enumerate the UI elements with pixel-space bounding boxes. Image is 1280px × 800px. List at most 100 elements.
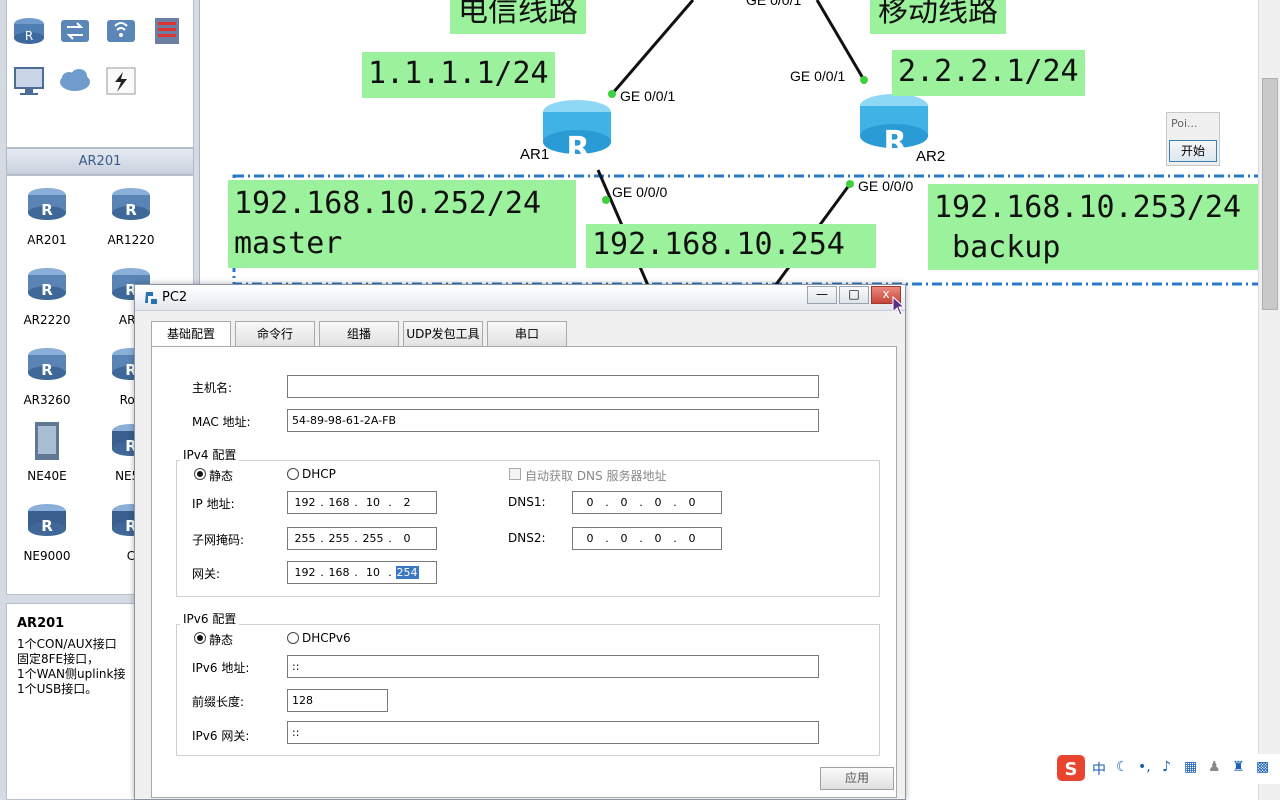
ipv6-static-radio[interactable]: [194, 632, 206, 644]
mask-octet: 255: [362, 532, 384, 545]
firewall-category-icon[interactable]: [149, 14, 185, 48]
mac-input[interactable]: 54-89-98-61-2A-FB: [287, 409, 819, 432]
dns2-octet: 0: [620, 532, 628, 545]
router-ar1-icon[interactable]: R: [543, 100, 611, 166]
ar1-name: AR1: [520, 146, 550, 163]
dns1-octet: 0: [620, 496, 628, 509]
device-item[interactable]: R AR3260: [7, 344, 87, 407]
device-label: NE40E: [27, 469, 67, 483]
ip-octet: 10: [366, 496, 380, 509]
dns1-label: DNS1:: [508, 495, 546, 509]
skin-icon[interactable]: ♜: [1232, 759, 1245, 775]
dns1-input[interactable]: 0.0.0.0: [572, 491, 722, 514]
tab-command-line[interactable]: 命令行: [235, 321, 315, 346]
gateway-label: 网关:: [192, 567, 221, 581]
gateway-octet: 168: [328, 566, 350, 579]
toolbox-icon[interactable]: ▩: [1256, 759, 1269, 775]
ipv6-address-input[interactable]: ::: [287, 655, 819, 678]
prefix-length-input[interactable]: 128: [287, 689, 388, 712]
router-category-icon[interactable]: R: [11, 14, 47, 48]
auto-dns-checkbox[interactable]: [509, 468, 521, 480]
svg-text:R: R: [41, 281, 53, 299]
connection-category-icon[interactable]: [103, 64, 139, 98]
ip-input[interactable]: 192. 168. 10. 2: [287, 491, 437, 514]
mask-input[interactable]: 255. 255. 255. 0: [287, 527, 437, 550]
canvas-scrollbar[interactable]: [1258, 0, 1280, 800]
prefix-length-label: 前缀长度:: [192, 695, 245, 709]
microphone-icon[interactable]: ♪: [1162, 759, 1171, 775]
svg-text:R: R: [41, 201, 53, 219]
ipv6-group-title: IPv6 配置: [180, 610, 240, 627]
ar2-role: backup: [934, 230, 1061, 265]
ip-octet: 192: [294, 496, 316, 509]
wireless-category-icon[interactable]: [103, 14, 139, 48]
punctuation-icon[interactable]: •,: [1138, 759, 1151, 775]
start-button[interactable]: 开始: [1169, 140, 1217, 162]
ar1-ip: 192.168.10.252/24: [234, 186, 542, 221]
svg-text:S: S: [1065, 759, 1078, 780]
tab-udp-tool[interactable]: UDP发包工具: [403, 321, 483, 346]
pc-app-icon: [145, 292, 157, 304]
pc-category-icon[interactable]: [11, 64, 47, 98]
ipv6-dhcp-label: DHCPv6: [302, 631, 351, 645]
scrollbar-thumb[interactable]: [1262, 78, 1278, 310]
tab-basic-config[interactable]: 基础配置: [151, 321, 231, 348]
maximize-button[interactable]: □: [839, 286, 869, 304]
tab-multicast[interactable]: 组播: [319, 321, 399, 346]
isp1-ip-label[interactable]: 1.1.1.1/24: [362, 52, 555, 98]
dialog-titlebar[interactable]: PC2 — □ x: [135, 285, 905, 311]
device-item[interactable]: R AR2220: [7, 264, 87, 327]
router-icon: R: [112, 188, 150, 220]
vip-note[interactable]: 192.168.10.254: [586, 224, 876, 268]
ar1-port-up: GE 0/0/1: [620, 88, 676, 104]
isp2-ip-label[interactable]: 2.2.2.1/24: [892, 50, 1085, 96]
ipv4-static-radio[interactable]: [194, 468, 206, 480]
ipv6-dhcp-radio[interactable]: [287, 632, 299, 644]
hostname-input[interactable]: [287, 375, 819, 398]
auto-dns-label: 自动获取 DNS 服务器地址: [525, 469, 667, 483]
apply-button[interactable]: 应用: [820, 767, 894, 790]
ipv6-address-label: IPv6 地址:: [192, 661, 250, 675]
ipv4-dhcp-radio[interactable]: [287, 468, 299, 480]
hostname-label: 主机名:: [192, 381, 233, 395]
device-item[interactable]: R AR1220: [91, 184, 171, 247]
ipv6-static-label: 静态: [209, 633, 234, 647]
device-item[interactable]: R AR201: [7, 184, 87, 247]
minimize-button[interactable]: —: [807, 286, 837, 304]
user-icon[interactable]: ♟: [1208, 759, 1221, 775]
ime-toolbar: S 中 ☾ •, ♪ ▦ ♟ ♜ ▩: [1054, 754, 1280, 784]
moon-icon[interactable]: ☾: [1116, 759, 1129, 775]
svg-text:R: R: [25, 29, 33, 43]
dns2-octet: 0: [654, 532, 662, 545]
ar2-ip-note[interactable]: 192.168.10.253/24 backup: [928, 184, 1258, 270]
cloud-category-icon[interactable]: [57, 64, 93, 98]
svg-text:R: R: [125, 201, 137, 219]
ar1-ip-note[interactable]: 192.168.10.252/24 master: [228, 180, 576, 268]
gateway-input[interactable]: 192. 168. 10. 254: [287, 561, 437, 584]
mask-octet: 255: [328, 532, 350, 545]
dns1-octet: 0: [586, 496, 594, 509]
router-icon: R: [28, 188, 66, 220]
dns2-input[interactable]: 0.0.0.0: [572, 527, 722, 550]
device-item[interactable]: NE40E: [7, 420, 87, 483]
keyboard-icon[interactable]: ▦: [1184, 759, 1197, 775]
pc2-config-dialog: PC2 — □ x 基础配置 命令行 组播 UDP发包工具 串口 主机名: MA…: [134, 284, 906, 800]
switch-category-icon[interactable]: [57, 14, 93, 48]
ipv6-gateway-input[interactable]: ::: [287, 721, 819, 744]
isp2-label[interactable]: 移动线路: [870, 0, 1006, 34]
ipv4-dhcp-label: DHCP: [302, 467, 336, 481]
router-icon: R: [28, 504, 66, 536]
isp1-label[interactable]: 电信线路: [450, 0, 586, 34]
ar2-name: AR2: [916, 148, 946, 165]
tab-serial[interactable]: 串口: [487, 321, 567, 346]
gateway-octet: 192: [294, 566, 316, 579]
basic-config-panel: 主机名: MAC 地址: 54-89-98-61-2A-FB IPv4 配置 静…: [151, 346, 897, 798]
device-label: AR3260: [23, 393, 71, 407]
device-item[interactable]: R NE9000: [7, 500, 87, 563]
svg-text:R: R: [41, 517, 53, 535]
mouse-cursor-icon: [892, 296, 906, 316]
device-category-grid: R: [6, 0, 194, 148]
dns2-label: DNS2:: [508, 531, 546, 545]
ime-mode-label[interactable]: 中: [1092, 759, 1106, 779]
sogou-icon[interactable]: S: [1056, 754, 1086, 782]
